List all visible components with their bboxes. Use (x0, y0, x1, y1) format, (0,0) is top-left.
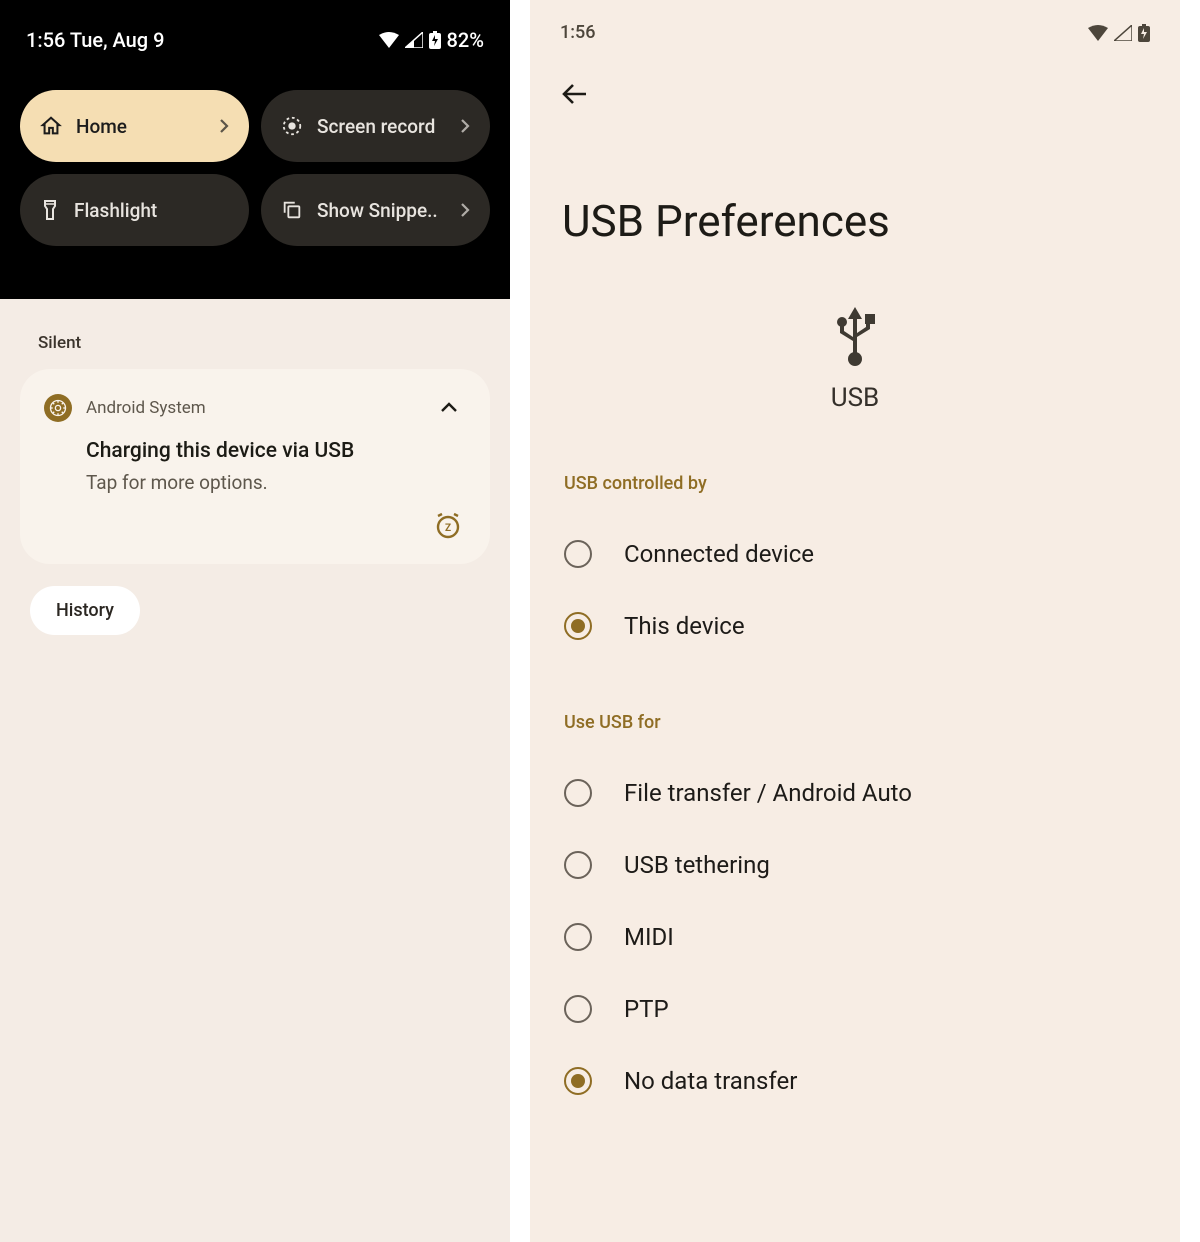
notification-app-name: Android System (86, 398, 418, 418)
battery-percentage: 82% (447, 28, 484, 52)
quick-settings-tiles: Home Screen record Flashlight Show Snipp… (20, 90, 490, 246)
usb-graphic: USB (558, 303, 1152, 413)
radio-label: PTP (624, 995, 669, 1023)
radio-label: This device (624, 612, 745, 640)
signal-icon (1114, 25, 1132, 41)
tile-label: Flashlight (74, 199, 229, 222)
chevron-right-icon (460, 202, 470, 218)
tile-label: Show Snippe.. (317, 199, 446, 222)
radio-file-transfer[interactable]: File transfer / Android Auto (558, 757, 1152, 829)
radio-circle-selected-icon (564, 612, 592, 640)
section-silent-label: Silent (20, 333, 490, 353)
arrow-left-icon (562, 83, 588, 105)
usb-icon (828, 303, 882, 369)
tile-label: Home (76, 115, 205, 138)
group-header-controlled-by: USB controlled by (558, 473, 1152, 494)
collapse-notification-button[interactable] (432, 391, 466, 425)
usb-label: USB (558, 383, 1152, 413)
signal-icon (405, 32, 423, 48)
chevron-right-icon (460, 118, 470, 134)
wifi-icon (1088, 25, 1108, 41)
notification-card-usb[interactable]: Android System Charging this device via … (20, 369, 490, 564)
status-bar: 1:56 (558, 0, 1152, 43)
usb-preferences-panel: 1:56 USB Preferences USB USB controlled … (530, 0, 1180, 1242)
radio-label: No data transfer (624, 1067, 797, 1095)
battery-icon (1138, 24, 1150, 42)
radio-label: MIDI (624, 923, 674, 951)
qs-tile-home[interactable]: Home (20, 90, 249, 162)
radio-group-controlled-by: Connected device This device (558, 518, 1152, 662)
wifi-icon (379, 32, 399, 48)
radio-usb-tethering[interactable]: USB tethering (558, 829, 1152, 901)
radio-no-data-transfer[interactable]: No data transfer (558, 1045, 1152, 1117)
radio-circle-icon (564, 851, 592, 879)
qs-tile-flashlight[interactable]: Flashlight (20, 174, 249, 246)
radio-midi[interactable]: MIDI (558, 901, 1152, 973)
quick-settings-area: 1:56 Tue, Aug 9 82% Home Screen record (0, 0, 510, 299)
radio-this-device[interactable]: This device (558, 590, 1152, 662)
status-bar: 1:56 Tue, Aug 9 82% (20, 0, 490, 52)
snooze-icon: Z (434, 512, 462, 540)
radio-ptp[interactable]: PTP (558, 973, 1152, 1045)
svg-text:Z: Z (445, 523, 451, 534)
snooze-button[interactable]: Z (434, 512, 462, 544)
copy-icon (281, 199, 303, 221)
flashlight-icon (40, 199, 60, 221)
radio-circle-selected-icon (564, 1067, 592, 1095)
radio-circle-icon (564, 779, 592, 807)
home-icon (40, 115, 62, 137)
status-icons: 82% (379, 28, 484, 52)
gear-icon (44, 394, 72, 422)
notification-body: Charging this device via USB Tap for mor… (44, 425, 466, 494)
snooze-row: Z (44, 512, 466, 544)
clock: 1:56 (560, 22, 595, 43)
history-button[interactable]: History (30, 586, 140, 635)
qs-tile-show-snippet[interactable]: Show Snippe.. (261, 174, 490, 246)
radio-group-use-usb-for: File transfer / Android Auto USB tetheri… (558, 757, 1152, 1117)
chevron-up-icon (440, 402, 458, 414)
radio-label: File transfer / Android Auto (624, 779, 912, 807)
tile-label: Screen record (317, 115, 446, 138)
notification-subtitle: Tap for more options. (86, 471, 466, 494)
group-header-use-usb-for: Use USB for (558, 712, 1152, 733)
radio-circle-icon (564, 923, 592, 951)
radio-circle-icon (564, 995, 592, 1023)
page-title: USB Preferences (558, 195, 1152, 247)
notification-title: Charging this device via USB (86, 439, 466, 463)
qs-tile-screen-record[interactable]: Screen record (261, 90, 490, 162)
radio-connected-device[interactable]: Connected device (558, 518, 1152, 590)
radio-circle-icon (564, 540, 592, 568)
notification-shade-panel: 1:56 Tue, Aug 9 82% Home Screen record (0, 0, 530, 1242)
clock-date: 1:56 Tue, Aug 9 (26, 28, 164, 52)
notifications-panel: Silent Android System Charging this devi… (0, 299, 510, 669)
back-row (558, 43, 1152, 109)
record-icon (281, 115, 303, 137)
radio-label: USB tethering (624, 851, 770, 879)
battery-icon (429, 31, 441, 49)
notification-header: Android System (44, 391, 466, 425)
chevron-right-icon (219, 118, 229, 134)
radio-label: Connected device (624, 540, 814, 568)
history-label: History (56, 600, 114, 621)
status-icons (1088, 24, 1150, 42)
back-button[interactable] (562, 90, 588, 109)
